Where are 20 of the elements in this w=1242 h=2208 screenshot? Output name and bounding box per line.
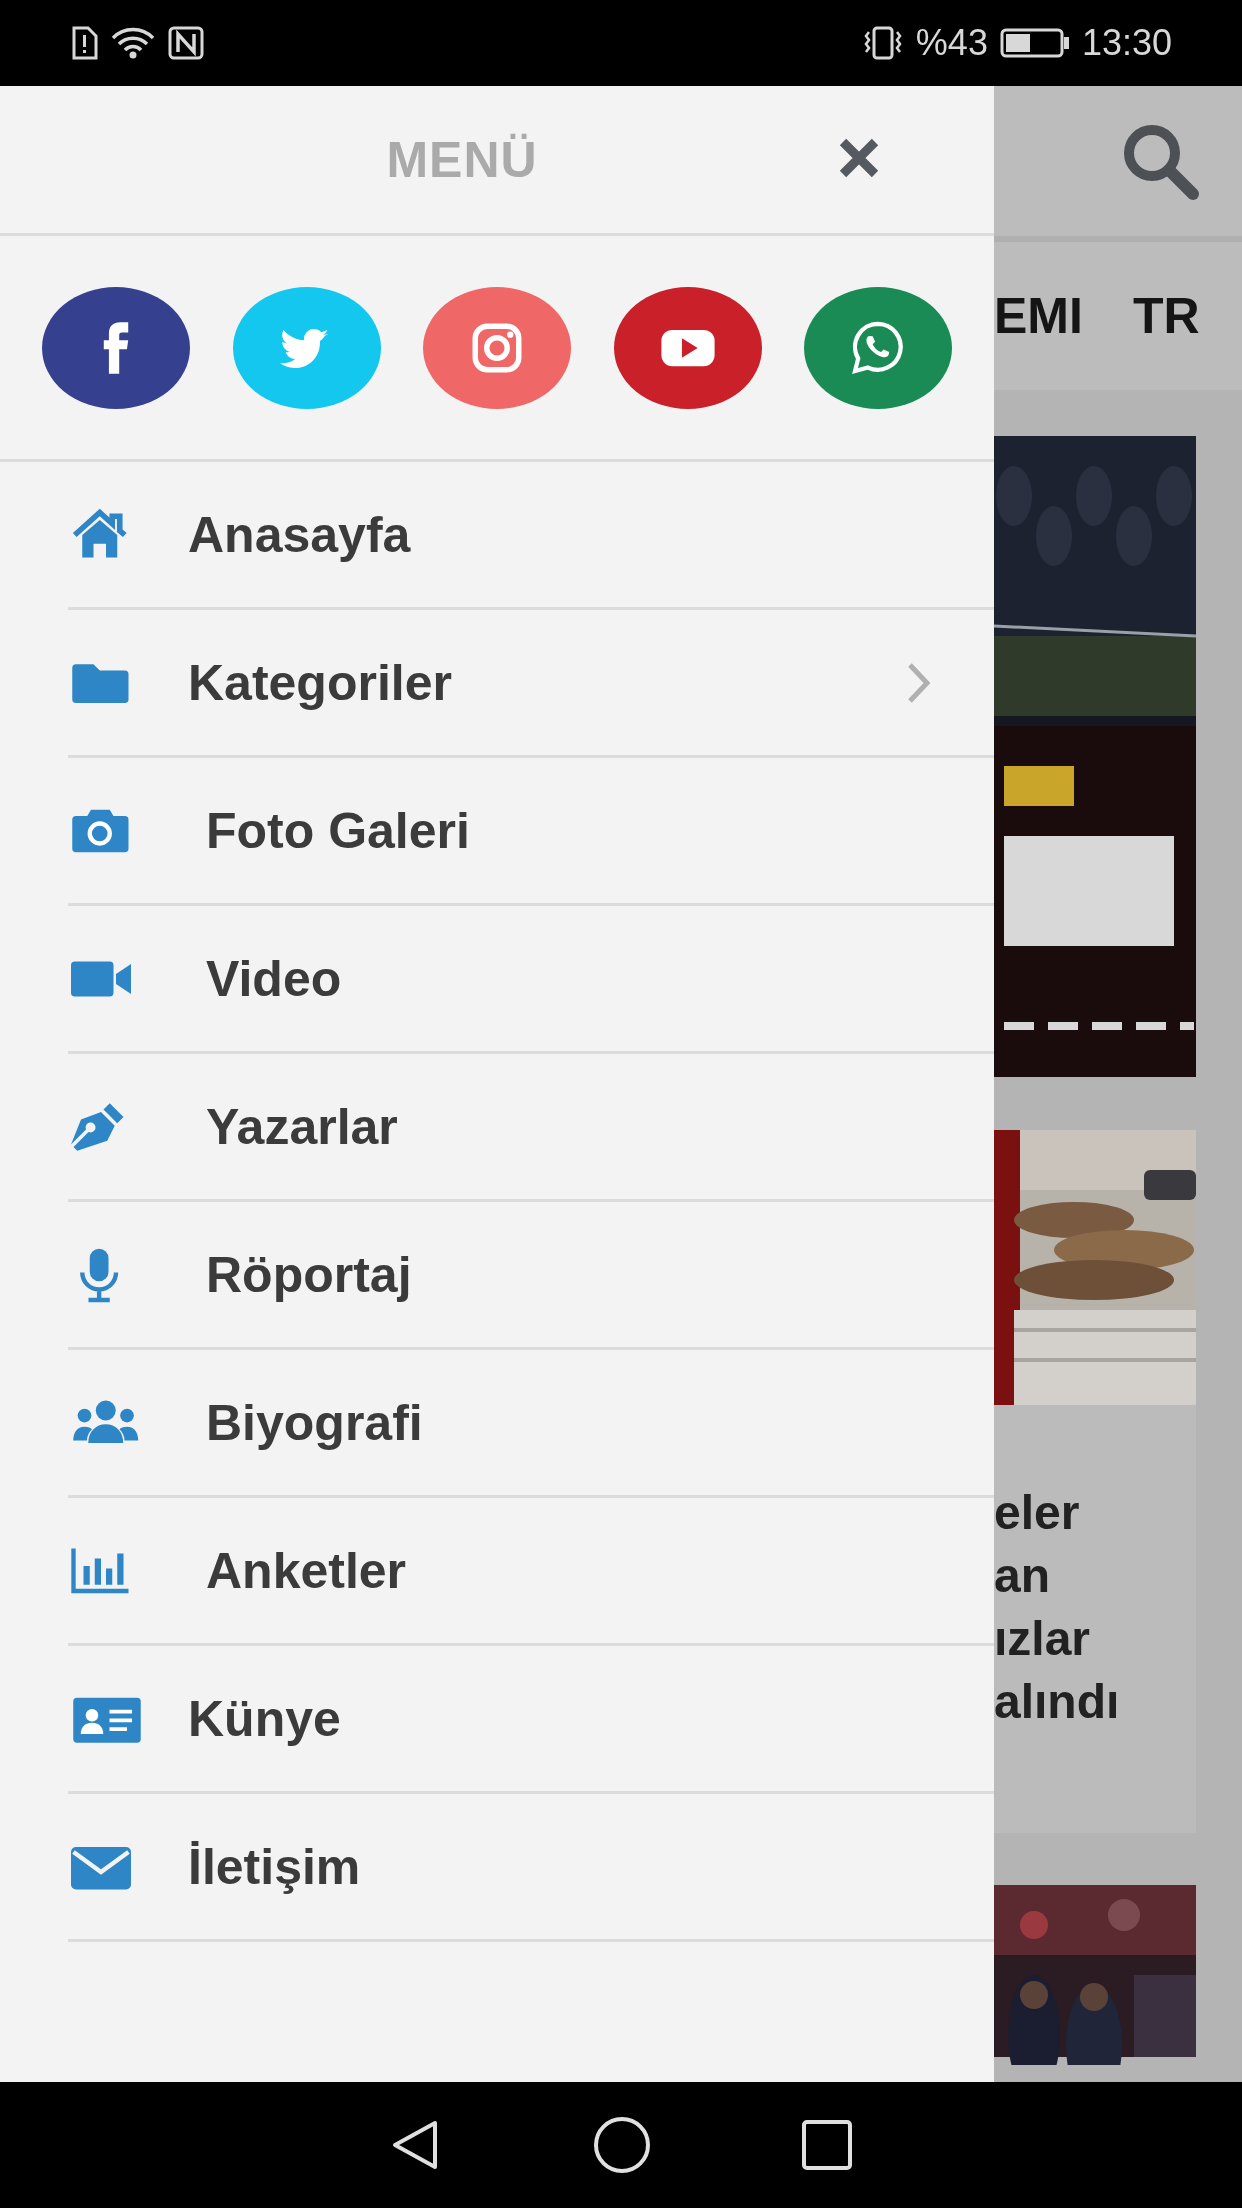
nfc-icon: [168, 26, 204, 60]
recents-button[interactable]: [801, 2119, 853, 2171]
menu-item[interactable]: Anasayfa: [68, 462, 994, 610]
sim-alert-icon: [70, 26, 98, 60]
battery-percent: %43: [915, 22, 988, 64]
menu-item[interactable]: Anketler: [68, 1498, 994, 1646]
battery-icon: [999, 28, 1070, 58]
menu-item[interactable]: Kategoriler: [68, 610, 994, 758]
menu-item[interactable]: Foto Galeri: [68, 758, 994, 906]
home-button[interactable]: [593, 2116, 651, 2174]
menu-item[interactable]: Biyografi: [68, 1350, 994, 1498]
wifi-icon: [110, 26, 156, 60]
category-tab[interactable]: EMI: [994, 287, 1083, 345]
menu-item[interactable]: İletişim: [68, 1794, 994, 1942]
clock: 13:30: [1081, 22, 1172, 64]
category-tab[interactable]: TR: [1132, 287, 1200, 345]
menu-item[interactable]: Video: [68, 906, 994, 1054]
menu-item[interactable]: Künye: [68, 1646, 994, 1794]
menu-title: MENÜ: [386, 130, 538, 189]
facebook-icon: [102, 320, 130, 375]
